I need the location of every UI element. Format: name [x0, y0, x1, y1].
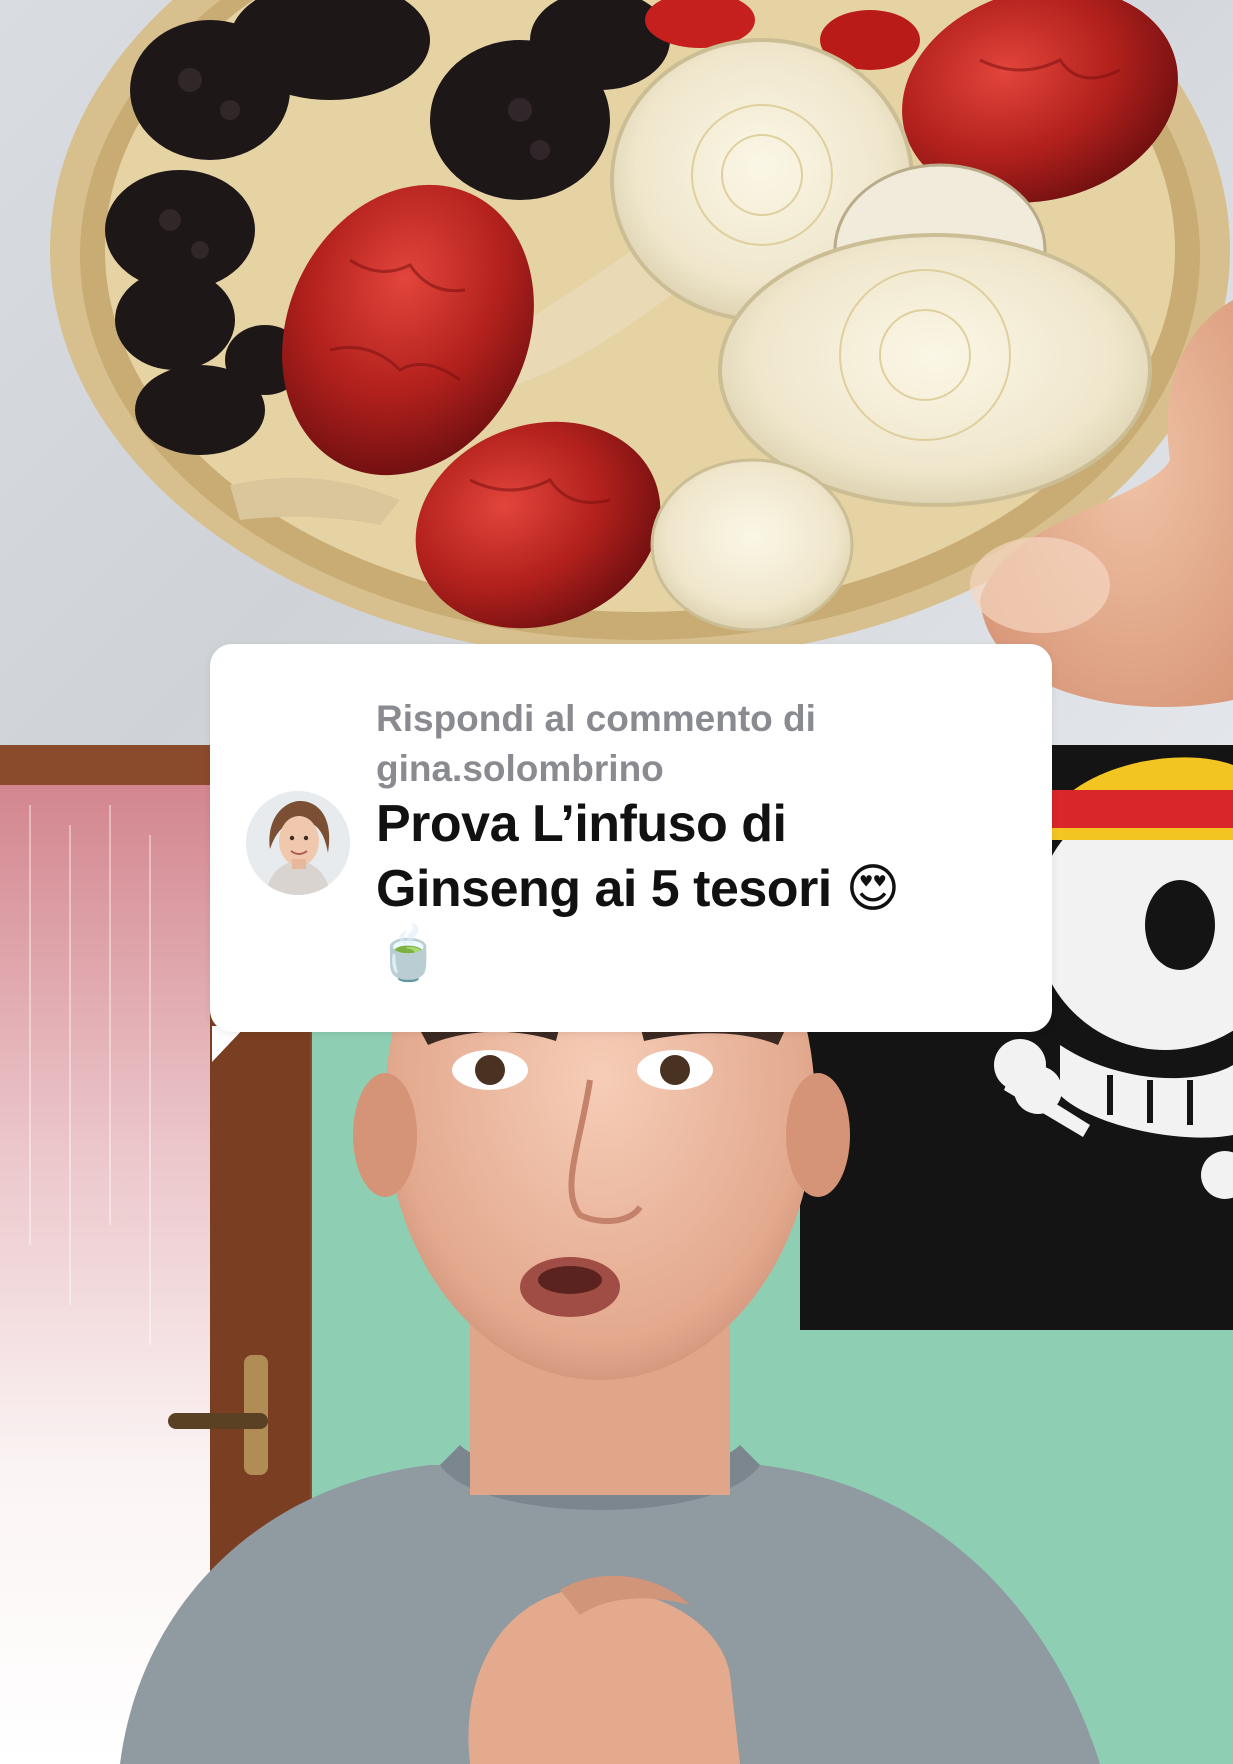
comment-line-2-text: Ginseng ai 5 tesori: [376, 860, 832, 918]
comment-line-1: Prova L’infuso di: [376, 795, 787, 853]
reply-header: Rispondi al commento di gina.solombrino: [376, 694, 976, 794]
commenter-avatar[interactable]: [246, 791, 350, 895]
comment-line-3: 🍵: [376, 922, 1026, 987]
stitched-video-top[interactable]: [0, 0, 1233, 745]
avatar-photo-icon: [246, 791, 350, 895]
comment-author-username[interactable]: gina.solombrino: [376, 744, 976, 794]
reply-comment-sticker[interactable]: Rispondi al commento di gina.solombrino …: [210, 644, 1052, 1032]
tea-cup-emoji-icon: 🍵: [376, 924, 441, 984]
comment-text: Prova L’infuso di Ginseng ai 5 tesori 😍 …: [376, 792, 1026, 987]
herbs-bowl-image: [50, 0, 1233, 707]
video-stage[interactable]: Rispondi al commento di gina.solombrino …: [0, 0, 1233, 1764]
reply-to-label: Rispondi al commento di: [376, 698, 816, 739]
comment-line-2: Ginseng ai 5 tesori 😍: [376, 857, 1026, 922]
heart-eyes-emoji-icon: 😍: [845, 859, 900, 919]
